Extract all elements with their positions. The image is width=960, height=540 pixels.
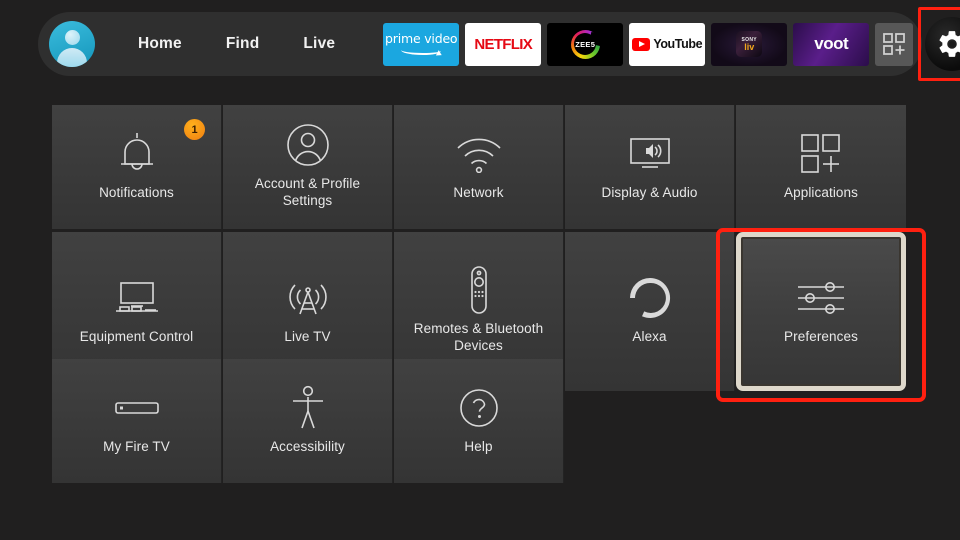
sonyliv-liv-label: liv xyxy=(744,41,755,52)
settings-tile-notifications[interactable]: 1 Notifications xyxy=(52,105,222,229)
settings-tile-accessibility[interactable]: Accessibility xyxy=(223,359,393,483)
app-tile-netflix[interactable]: NETFLIX xyxy=(465,22,542,66)
profile-avatar[interactable] xyxy=(49,21,95,67)
app-grid-plus-icon xyxy=(883,33,906,55)
nav-item-find[interactable]: Find xyxy=(226,35,260,53)
app-tile-prime-video[interactable]: prime video xyxy=(383,22,460,66)
settings-tile-preferences[interactable]: Preferences xyxy=(736,232,906,391)
tile-label-my-fire-tv: My Fire TV xyxy=(103,438,170,454)
tile-label-remotes-bluetooth: Remotes & Bluetooth Devices xyxy=(413,320,544,353)
netflix-label: NETFLIX xyxy=(474,35,533,53)
gear-icon xyxy=(939,31,960,57)
settings-tile-grid: 1 Notifications Account & Profile Settin… xyxy=(52,105,906,483)
tile-label-network: Network xyxy=(453,184,504,200)
top-navigation-bar: Home Find Live prime video NETFLIX ZEE5 … xyxy=(38,7,960,81)
notifications-badge: 1 xyxy=(184,119,205,140)
app-library-button[interactable] xyxy=(875,22,914,66)
settings-tile-display-audio[interactable]: Display & Audio xyxy=(565,105,735,229)
accessibility-person-icon xyxy=(290,384,326,432)
avatar-head xyxy=(64,30,80,45)
settings-tile-help[interactable]: Help xyxy=(394,359,564,483)
sonyliv-logo-icon: SONY liv xyxy=(736,31,763,57)
settings-tile-account-profile[interactable]: Account & Profile Settings xyxy=(223,105,393,229)
bell-icon xyxy=(115,130,159,178)
sliders-icon xyxy=(792,274,850,322)
tile-label-account-profile: Account & Profile Settings xyxy=(254,176,361,208)
voot-label: voot xyxy=(814,34,849,53)
prime-video-label: prime video xyxy=(385,30,458,46)
settings-tile-alexa[interactable]: Alexa xyxy=(565,232,735,391)
tile-label-alexa: Alexa xyxy=(632,329,667,344)
settings-button-wrapper xyxy=(918,7,960,81)
tile-label-display-audio: Display & Audio xyxy=(601,184,698,200)
youtube-label: YouTube xyxy=(653,37,703,51)
tile-label-equipment-control: Equipment Control xyxy=(79,329,194,344)
zee5-label: ZEE5 xyxy=(575,39,596,49)
app-tile-sonyliv[interactable]: SONY liv xyxy=(711,22,788,66)
settings-tile-my-fire-tv[interactable]: My Fire TV xyxy=(52,359,222,483)
app-grid-plus-icon xyxy=(799,130,843,178)
app-shortcut-rail: prime video NETFLIX ZEE5 YouTube SONY li… xyxy=(383,22,914,66)
fire-tv-stick-icon xyxy=(114,384,160,432)
avatar-body xyxy=(57,48,87,67)
tile-label-accessibility: Accessibility xyxy=(270,438,345,454)
app-tile-youtube[interactable]: YouTube xyxy=(629,22,706,66)
app-tile-voot[interactable]: voot xyxy=(793,22,870,66)
settings-gear-button[interactable] xyxy=(925,17,960,71)
wifi-icon xyxy=(455,130,503,178)
nav-item-home[interactable]: Home xyxy=(138,35,182,53)
zee5-ring-icon: ZEE5 xyxy=(570,29,600,59)
tile-label-help: Help xyxy=(464,438,493,454)
person-icon xyxy=(285,121,331,169)
remote-control-icon xyxy=(466,265,492,314)
tile-label-live-tv: Live TV xyxy=(284,329,331,344)
settings-tile-network[interactable]: Network xyxy=(394,105,564,229)
alexa-ring-icon xyxy=(627,274,673,322)
question-circle-icon xyxy=(458,384,500,432)
app-tile-zee5[interactable]: ZEE5 xyxy=(547,22,624,66)
tile-label-preferences: Preferences xyxy=(784,329,858,344)
fire-tv-settings-screen: Home Find Live prime video NETFLIX ZEE5 … xyxy=(0,0,960,540)
nav-item-live[interactable]: Live xyxy=(303,35,335,53)
broadcast-tower-icon xyxy=(285,274,331,322)
tile-label-notifications: Notifications xyxy=(99,184,174,200)
tv-speaker-icon xyxy=(626,130,674,178)
settings-tile-applications[interactable]: Applications xyxy=(736,105,906,229)
tv-stand-icon xyxy=(113,274,161,322)
youtube-play-icon xyxy=(632,37,651,51)
prime-video-swoosh-icon xyxy=(401,46,442,56)
tile-label-applications: Applications xyxy=(784,184,858,200)
